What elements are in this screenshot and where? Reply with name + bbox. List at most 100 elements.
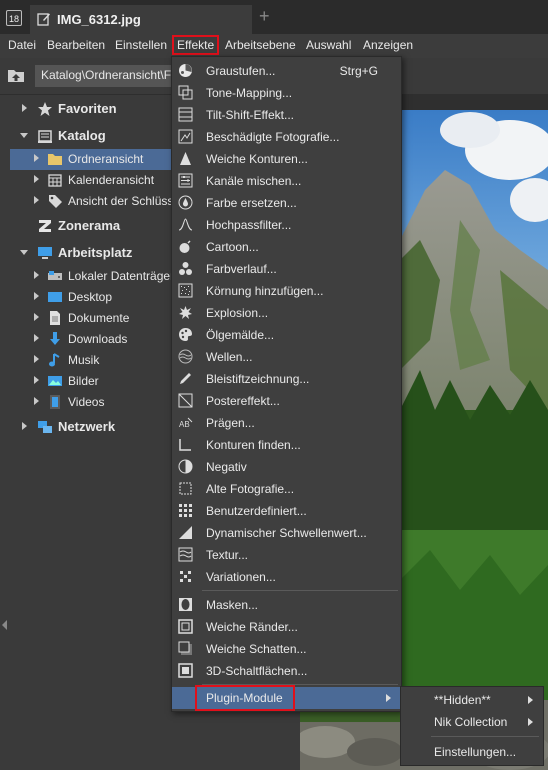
expand-arrow-icon[interactable] xyxy=(34,376,39,384)
folder-icon xyxy=(48,154,62,165)
menu-auswahl[interactable]: Auswahl xyxy=(306,38,351,52)
palette-icon xyxy=(179,328,192,341)
menu-item-dynamischer-schwellenwert[interactable]: Dynamischer Schwellenwert... xyxy=(172,522,401,544)
menu-item-beschaedigte-fotografie[interactable]: Beschädigte Fotografie... xyxy=(172,126,401,148)
menu-bearbeiten[interactable]: Bearbeiten xyxy=(47,38,105,52)
tree-item-zonerama[interactable]: Zonerama xyxy=(10,216,180,237)
menu-item-praegen[interactable]: AB Prägen... xyxy=(172,412,401,434)
menu-item-plugin-module[interactable]: Plugin-Module xyxy=(172,687,401,709)
tree-item-videos[interactable]: Videos xyxy=(10,392,180,413)
tree-item-netzwerk[interactable]: Netzwerk xyxy=(10,417,180,438)
photo-bottom-strip xyxy=(300,712,400,770)
submenu-item-nik-collection[interactable]: Nik Collection xyxy=(401,711,543,733)
computer-icon xyxy=(38,247,52,259)
menu-item-farbverlauf[interactable]: Farbverlauf... xyxy=(172,258,401,280)
menu-item-alte-fotografie[interactable]: Alte Fotografie... xyxy=(172,478,401,500)
expand-arrow-icon[interactable] xyxy=(34,334,39,342)
tree-item-desktop[interactable]: Desktop xyxy=(10,287,180,308)
menu-datei[interactable]: Datei xyxy=(8,38,36,52)
collapse-arrow-icon[interactable] xyxy=(20,133,28,138)
poster-icon xyxy=(178,393,193,408)
expand-arrow-icon[interactable] xyxy=(34,175,39,183)
menu-item-3d-schaltflaechen[interactable]: 3D-Schaltflächen... xyxy=(172,660,401,682)
grid-icon xyxy=(179,504,192,517)
document-icon xyxy=(50,311,60,325)
tree-item-favoriten[interactable]: Favoriten xyxy=(10,99,180,120)
expand-arrow-icon[interactable] xyxy=(34,154,39,162)
menu-item-bleistiftzeichnung[interactable]: Bleistiftzeichnung... xyxy=(172,368,401,390)
menu-item-graustufen[interactable]: Graustufen... Strg+G xyxy=(172,60,401,82)
menu-anzeigen[interactable]: Anzeigen xyxy=(363,38,413,52)
tree-item-schluesselwoerter[interactable]: Ansicht der Schlüss xyxy=(10,191,180,212)
menu-item-weiche-konturen[interactable]: Weiche Konturen... xyxy=(172,148,401,170)
layers-icon xyxy=(178,85,193,100)
menu-item-masken[interactable]: Masken... xyxy=(172,594,401,616)
catalog-icon xyxy=(38,130,52,143)
tree-item-arbeitsplatz[interactable]: Arbeitsplatz xyxy=(10,243,180,264)
menu-item-weiche-schatten[interactable]: Weiche Schatten... xyxy=(172,638,401,660)
tree-label: Katalog xyxy=(58,128,106,143)
menu-item-weiche-raender[interactable]: Weiche Ränder... xyxy=(172,616,401,638)
expand-arrow-icon[interactable] xyxy=(34,271,39,279)
tree-item-ordneransicht[interactable]: Ordneransicht xyxy=(10,149,180,170)
expand-arrow-icon[interactable] xyxy=(34,196,39,204)
tree-label: Arbeitsplatz xyxy=(58,245,133,260)
tree-label: Ordneransicht xyxy=(68,152,144,166)
menu-item-variationen[interactable]: Variationen... xyxy=(172,566,401,588)
folder-up-icon[interactable] xyxy=(7,67,25,83)
menu-item-hochpassfilter[interactable]: Hochpassfilter... xyxy=(172,214,401,236)
svg-text:AB: AB xyxy=(179,420,190,429)
expand-arrow-icon[interactable] xyxy=(22,422,27,430)
tree-item-dokumente[interactable]: Dokumente xyxy=(10,308,180,329)
drive-icon xyxy=(48,271,62,280)
tree-item-downloads[interactable]: Downloads xyxy=(10,329,180,350)
collapse-arrow-icon[interactable] xyxy=(20,250,28,255)
expand-arrow-icon[interactable] xyxy=(34,292,39,300)
menu-item-kanaele-mischen[interactable]: Kanäle mischen... xyxy=(172,170,401,192)
menu-item-farbe-ersetzen[interactable]: Farbe ersetzen... xyxy=(172,192,401,214)
expand-arrow-icon[interactable] xyxy=(34,355,39,363)
tree-item-musik[interactable]: Musik xyxy=(10,350,180,371)
desktop-icon xyxy=(48,292,62,302)
old-photo-icon xyxy=(179,482,192,495)
menu-item-cartoon[interactable]: Cartoon... xyxy=(172,236,401,258)
tree-label: Videos xyxy=(68,395,105,409)
expand-arrow-icon[interactable] xyxy=(34,313,39,321)
variations-icon xyxy=(180,571,191,582)
submenu-item-einstellungen[interactable]: Einstellungen... xyxy=(401,741,543,763)
tree-item-lokaler-datentraeger[interactable]: Lokaler Datenträger xyxy=(10,266,180,287)
tree-item-kalenderansicht[interactable]: Kalenderansicht xyxy=(10,170,180,191)
menu-einstellen[interactable]: Einstellen xyxy=(115,38,167,52)
path-field[interactable]: Katalog\Ordneransicht\F xyxy=(35,65,185,87)
damaged-photo-icon xyxy=(178,129,193,144)
tree-label: Dokumente xyxy=(68,311,130,325)
effekte-menu: Graustufen... Strg+G Tone-Mapping... Til… xyxy=(171,56,402,712)
menu-item-negativ[interactable]: Negativ xyxy=(172,456,401,478)
dots-icon xyxy=(179,262,192,275)
menu-item-tone-mapping[interactable]: Tone-Mapping... xyxy=(172,82,401,104)
menu-item-benutzerdefiniert[interactable]: Benutzerdefiniert... xyxy=(172,500,401,522)
new-tab-button[interactable]: + xyxy=(259,6,270,27)
menu-item-konturen-finden[interactable]: Konturen finden... xyxy=(172,434,401,456)
menu-item-koernung[interactable]: Körnung hinzufügen... xyxy=(172,280,401,302)
expand-arrow-icon[interactable] xyxy=(34,397,39,405)
calendar-icon xyxy=(48,174,62,187)
expand-arrow-icon[interactable] xyxy=(22,104,27,112)
menu-item-tilt-shift[interactable]: Tilt-Shift-Effekt... xyxy=(172,104,401,126)
submenu-item-hidden[interactable]: **Hidden** xyxy=(401,689,543,711)
menu-separator xyxy=(202,590,398,591)
document-tab[interactable]: IMG_6312.jpg xyxy=(30,5,252,34)
menu-item-wellen[interactable]: Wellen... xyxy=(172,346,401,368)
menu-item-explosion[interactable]: Explosion... xyxy=(172,302,401,324)
soft-shadow-icon xyxy=(178,641,192,655)
tree-item-katalog[interactable]: Katalog xyxy=(10,126,180,147)
title-bar: 18 IMG_6312.jpg + xyxy=(0,0,548,34)
menu-effekte[interactable]: Effekte xyxy=(174,37,217,53)
panel-collapse-icon[interactable] xyxy=(2,620,7,630)
tree-item-bilder[interactable]: Bilder xyxy=(10,371,180,392)
menu-item-oelgemaelde[interactable]: Ölgemälde... xyxy=(172,324,401,346)
menu-arbeitsebene[interactable]: Arbeitsebene xyxy=(225,38,296,52)
threshold-icon xyxy=(179,526,192,539)
menu-item-textur[interactable]: Textur... xyxy=(172,544,401,566)
menu-item-postereffekt[interactable]: Postereffekt... xyxy=(172,390,401,412)
